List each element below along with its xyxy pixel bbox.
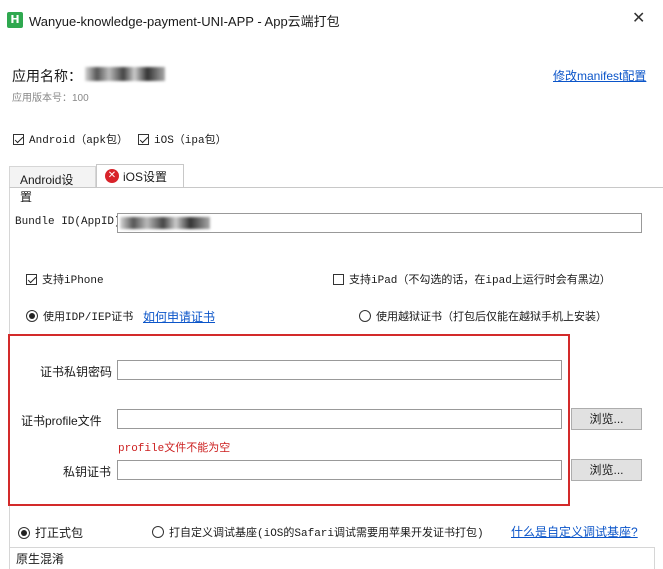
cert-type-jailbreak-radio[interactable] xyxy=(359,310,371,322)
app-name-redacted xyxy=(85,67,165,81)
ios-platform-label: iOS（ipa包） xyxy=(154,135,227,147)
private-key-label: 私钥证书 xyxy=(63,465,112,479)
release-package-option[interactable]: 打正式包 xyxy=(18,524,83,541)
custom-base-radio[interactable] xyxy=(152,526,164,538)
support-iphone-checkbox[interactable] xyxy=(26,273,37,285)
close-icon[interactable]: ✕ xyxy=(632,8,645,28)
profile-browse-button[interactable]: 浏览... xyxy=(571,408,642,430)
custom-base-option[interactable]: 打自定义调试基座(iOS的Safari调试需要用苹果开发证书打包) xyxy=(152,524,484,540)
bundle-id-label: Bundle ID(AppID) xyxy=(15,216,121,228)
manifest-config-link[interactable]: 修改manifest配置 xyxy=(553,67,646,84)
hbuilder-logo-icon: H xyxy=(7,12,23,28)
profile-file-label: 证书profile文件 xyxy=(21,414,102,428)
tab-ios-label: iOS设置 xyxy=(123,169,168,184)
tab-ios-settings[interactable]: ✕ iOS设置 xyxy=(96,164,184,188)
app-version: 应用版本号：100 xyxy=(12,93,89,104)
ios-platform-option[interactable]: iOS（ipa包） xyxy=(138,131,227,147)
release-package-radio[interactable] xyxy=(18,526,30,539)
native-obfuscation-section: 原生混淆 xyxy=(9,547,655,569)
private-key-browse-button[interactable]: 浏览... xyxy=(571,459,642,481)
window-title: Wanyue-knowledge-payment-UNI-APP - App云端… xyxy=(29,14,340,29)
release-package-label: 打正式包 xyxy=(35,526,84,540)
android-checkbox[interactable] xyxy=(13,133,24,145)
app-name-label: 应用名称： xyxy=(12,68,82,84)
support-ipad-checkbox[interactable] xyxy=(333,273,344,285)
cert-password-label: 证书私钥密码 xyxy=(40,365,113,379)
cert-password-input[interactable] xyxy=(117,360,562,380)
cert-type-jailbreak-label: 使用越狱证书（打包后仅能在越狱手机上安装） xyxy=(376,312,607,324)
ios-checkbox[interactable] xyxy=(138,133,149,145)
cert-type-idp-radio[interactable] xyxy=(26,310,38,322)
android-platform-label: Android（apk包） xyxy=(29,135,129,147)
android-platform-option[interactable]: Android（apk包） xyxy=(13,131,128,147)
custom-base-label: 打自定义调试基座(iOS的Safari调试需要用苹果开发证书打包) xyxy=(169,528,484,540)
cert-help-link[interactable]: 如何申请证书 xyxy=(143,308,215,325)
profile-file-input[interactable] xyxy=(117,409,562,429)
support-iphone-option[interactable]: 支持iPhone xyxy=(26,271,104,287)
profile-error-message: profile文件不能为空 xyxy=(118,443,231,455)
bundle-id-redacted xyxy=(120,217,210,229)
custom-base-help-link[interactable]: 什么是自定义调试基座? xyxy=(511,523,638,540)
native-obfuscation-label: 原生混淆 xyxy=(16,552,65,566)
bundle-id-input[interactable] xyxy=(117,213,642,233)
cert-type-jailbreak-option[interactable]: 使用越狱证书（打包后仅能在越狱手机上安装） xyxy=(359,308,607,324)
tab-android-settings[interactable]: Android设置 xyxy=(9,166,96,204)
cert-type-idp-label: 使用IDP/IEP证书 xyxy=(43,312,134,324)
private-key-input[interactable] xyxy=(117,460,562,480)
error-icon: ✕ xyxy=(105,169,119,183)
cert-type-idp-option[interactable]: 使用IDP/IEP证书 xyxy=(26,308,133,324)
support-ipad-label: 支持iPad（不勾选的话，在ipad上运行时会有黑边） xyxy=(349,275,611,287)
support-iphone-label: 支持iPhone xyxy=(42,275,104,287)
support-ipad-option[interactable]: 支持iPad（不勾选的话，在ipad上运行时会有黑边） xyxy=(333,271,611,287)
